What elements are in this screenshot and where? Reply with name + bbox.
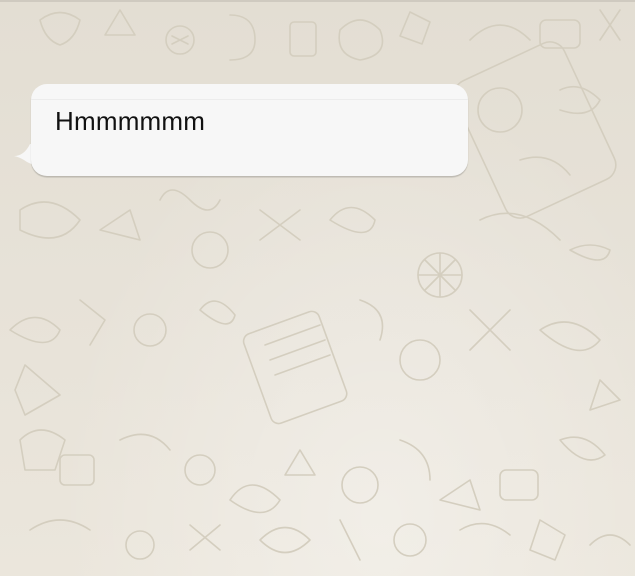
message-bubble: Hmmmmmm (31, 84, 468, 176)
incoming-message[interactable]: Hmmmmmm (14, 84, 470, 180)
top-divider (0, 0, 635, 2)
message-text: Hmmmmmm (55, 106, 206, 136)
